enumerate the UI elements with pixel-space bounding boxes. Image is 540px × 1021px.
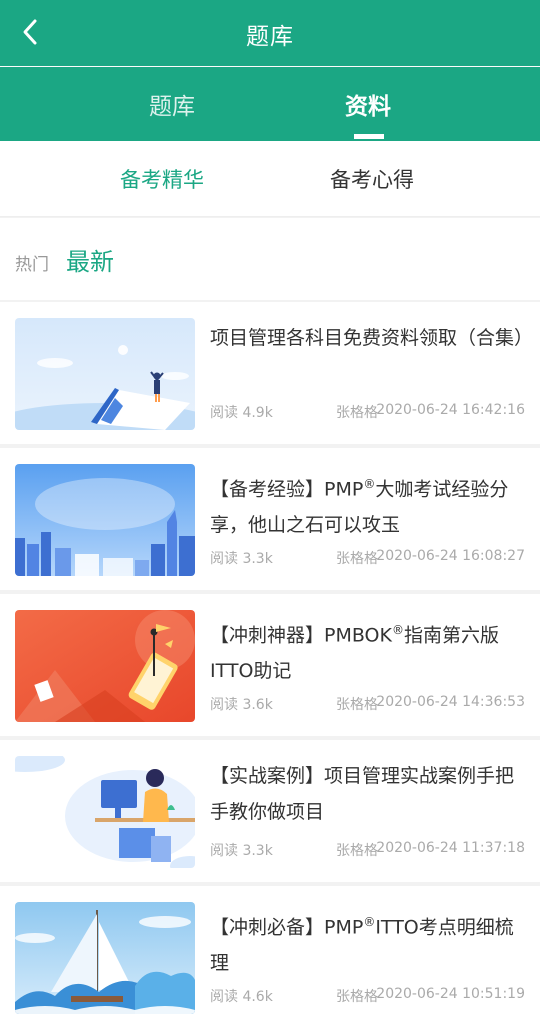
article-meta: 阅读 3.6k 张格格 2020-06-24 14:36:53 [210, 694, 525, 716]
article-thumbnail [15, 318, 195, 430]
read-count: 阅读 3.6k [210, 697, 273, 713]
filter-newest[interactable]: 最新 [66, 242, 114, 277]
article-meta: 阅读 3.3k 张格格 2020-06-24 11:37:18 [210, 840, 525, 862]
publish-date: 2020-06-24 16:08:27 [376, 548, 525, 564]
article-card[interactable]: 【实战案例】项目管理实战案例手把手教你做项目 阅读 3.3k 张格格 2020-… [0, 740, 540, 882]
publish-date: 2020-06-24 10:51:19 [376, 986, 525, 1002]
author-name: 张格格 [336, 697, 378, 713]
article-meta: 阅读 4.9k 张格格 2020-06-24 16:42:16 [210, 402, 525, 424]
author-name: 张格格 [336, 405, 378, 421]
subtab-beikao-jinghua[interactable]: 备考精华 [120, 141, 204, 217]
article-title[interactable]: 【冲刺神器】PMBOK®指南第六版ITTO助记 [210, 612, 525, 689]
article-card[interactable]: 【冲刺必备】PMP®ITTO考点明细梳理 阅读 4.6k 张格格 2020-06… [0, 886, 540, 1021]
tab-ziliao[interactable]: 资料 [318, 67, 418, 141]
article-card[interactable]: 项目管理各科目免费资料领取（合集） 阅读 4.9k 张格格 2020-06-24… [0, 302, 540, 444]
author-name: 张格格 [336, 843, 378, 859]
article-meta: 阅读 3.3k 张格格 2020-06-24 16:08:27 [210, 548, 525, 570]
read-count: 阅读 3.3k [210, 551, 273, 567]
read-count: 阅读 4.6k [210, 989, 273, 1005]
article-title[interactable]: 【实战案例】项目管理实战案例手把手教你做项目 [210, 758, 525, 830]
sub-tabs: 备考精华 备考心得 [0, 141, 540, 217]
article-title[interactable]: 项目管理各科目免费资料领取（合集） [210, 320, 533, 356]
city-skyline-illustration [15, 464, 195, 576]
article-thumbnail [15, 756, 195, 868]
active-tab-indicator [354, 134, 384, 139]
article-meta: 阅读 4.6k 张格格 2020-06-24 10:51:19 [210, 986, 525, 1008]
article-title[interactable]: 【冲刺必备】PMP®ITTO考点明细梳理 [210, 904, 525, 981]
article-title[interactable]: 【备考经验】PMP®大咖考试经验分享，他山之石可以攻玉 [210, 466, 525, 543]
desk-worker-illustration [15, 756, 195, 868]
read-count: 阅读 3.3k [210, 843, 273, 859]
article-thumbnail [15, 464, 195, 576]
sailboat-illustration [15, 902, 195, 1014]
article-thumbnail [15, 902, 195, 1014]
top-bar: 题库 [0, 0, 540, 66]
article-card[interactable]: 【备考经验】PMP®大咖考试经验分享，他山之石可以攻玉 阅读 3.3k 张格格 … [0, 448, 540, 590]
publish-date: 2020-06-24 16:42:16 [376, 402, 525, 418]
author-name: 张格格 [336, 989, 378, 1005]
author-name: 张格格 [336, 551, 378, 567]
publish-date: 2020-06-24 11:37:18 [376, 840, 525, 856]
phone-flag-illustration [15, 610, 195, 722]
main-tabs: 题库 资料 [0, 67, 540, 141]
book-reader-illustration [15, 318, 195, 430]
read-count: 阅读 4.9k [210, 405, 273, 421]
publish-date: 2020-06-24 14:36:53 [376, 694, 525, 710]
sort-filter-bar: 热门 最新 [0, 218, 540, 300]
subtab-beikao-xinde[interactable]: 备考心得 [330, 141, 414, 217]
filter-hot[interactable]: 热门 [15, 250, 49, 275]
article-card[interactable]: 【冲刺神器】PMBOK®指南第六版ITTO助记 阅读 3.6k 张格格 2020… [0, 594, 540, 736]
article-thumbnail [15, 610, 195, 722]
page-title: 题库 [246, 24, 294, 50]
tab-tiku[interactable]: 题库 [122, 67, 222, 141]
